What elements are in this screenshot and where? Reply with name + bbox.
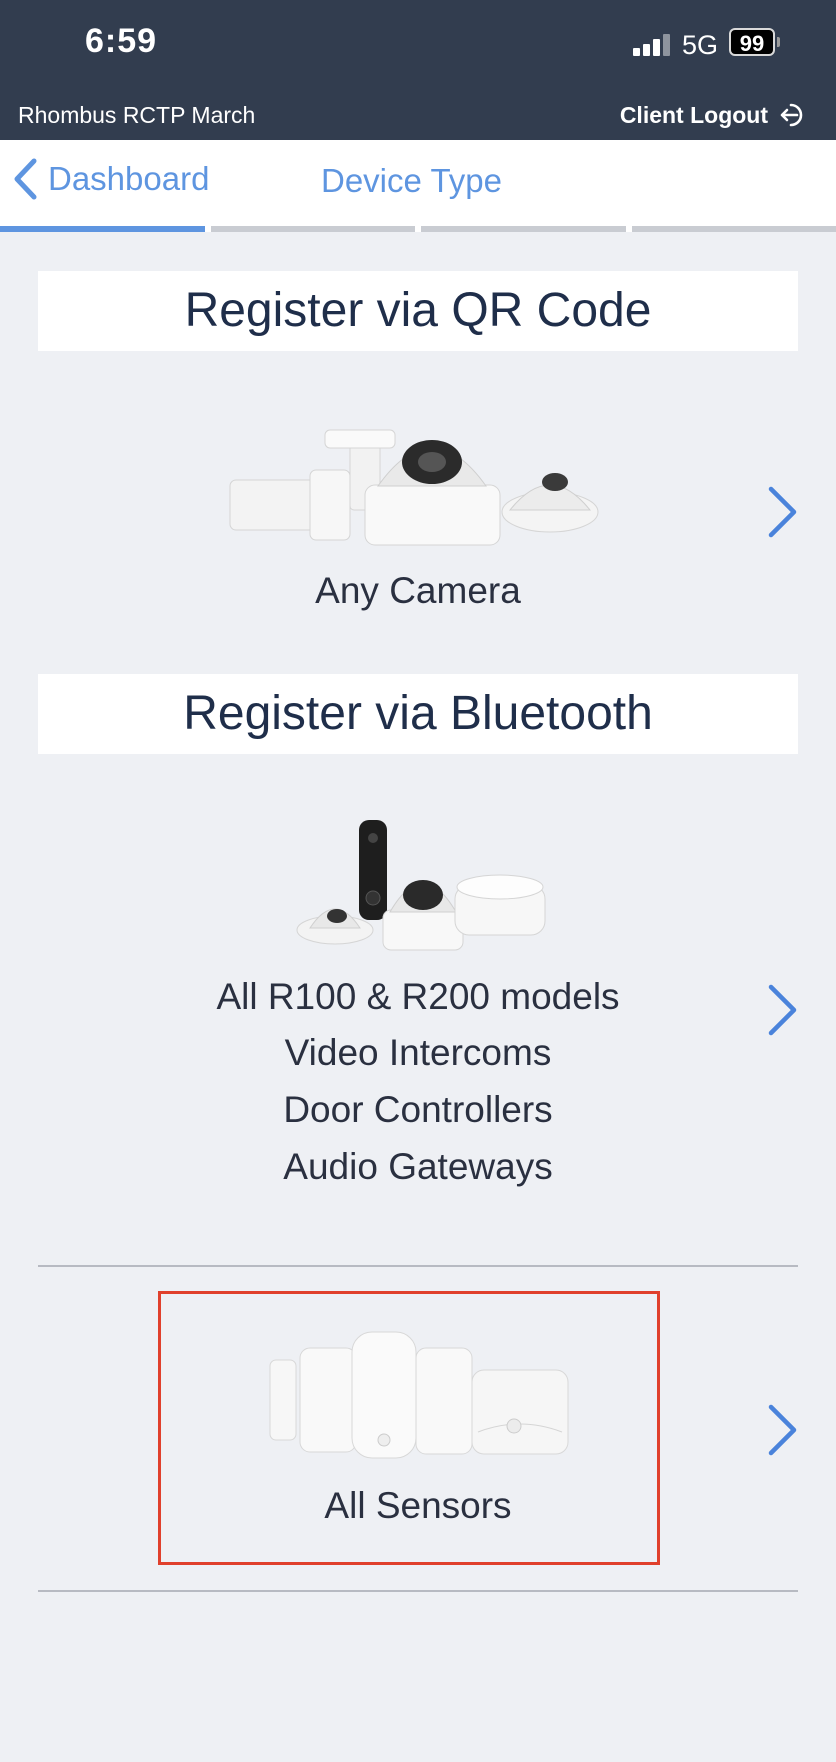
back-label: Dashboard bbox=[48, 160, 210, 197]
chevron-right-icon bbox=[768, 1404, 797, 1456]
bluetooth-devices-option[interactable]: All R100 & R200 models Video Intercoms D… bbox=[0, 790, 836, 1210]
network-type: 5G bbox=[682, 30, 719, 60]
signal-icon bbox=[633, 34, 677, 56]
bluetooth-line-4: Audio Gateways bbox=[283, 1146, 553, 1187]
progress-step-2 bbox=[210, 226, 415, 232]
progress-bar bbox=[0, 226, 836, 232]
bluetooth-section-title: Register via Bluetooth bbox=[38, 674, 798, 754]
bluetooth-line-3: Door Controllers bbox=[283, 1089, 553, 1130]
battery-tip bbox=[777, 37, 780, 47]
client-logout-button[interactable]: Client Logout bbox=[620, 100, 808, 130]
chevron-left-icon bbox=[14, 158, 37, 200]
bluetooth-line-2: Video Intercoms bbox=[284, 1032, 552, 1073]
bluetooth-line-1: All R100 & R200 models bbox=[216, 976, 620, 1017]
status-bar: 6:59 5G 99 Rhombus RCTP March Client Log… bbox=[0, 0, 836, 140]
chevron-right-icon bbox=[768, 486, 797, 538]
page-title: Device Type bbox=[321, 162, 502, 199]
org-name: Rhombus RCTP March bbox=[18, 102, 256, 128]
bluetooth-products-image bbox=[296, 820, 546, 951]
progress-step-4 bbox=[631, 226, 836, 232]
qr-option-label: Any Camera bbox=[315, 570, 521, 611]
qr-camera-option[interactable]: Any Camera bbox=[0, 380, 836, 630]
battery-icon: 99 bbox=[729, 28, 775, 56]
client-logout-label: Client Logout bbox=[619, 101, 768, 128]
divider bbox=[38, 1265, 798, 1267]
back-button[interactable]: Dashboard bbox=[12, 158, 209, 200]
progress-step-1 bbox=[0, 226, 205, 232]
selection-highlight bbox=[158, 1291, 660, 1565]
progress-step-3 bbox=[421, 226, 626, 232]
status-time: 6:59 bbox=[85, 22, 158, 60]
camera-products-image bbox=[229, 429, 599, 546]
divider bbox=[38, 1590, 798, 1592]
logout-icon bbox=[780, 103, 803, 127]
nav-bar: Dashboard Device Type bbox=[0, 140, 836, 232]
qr-section-title: Register via QR Code bbox=[38, 271, 798, 351]
